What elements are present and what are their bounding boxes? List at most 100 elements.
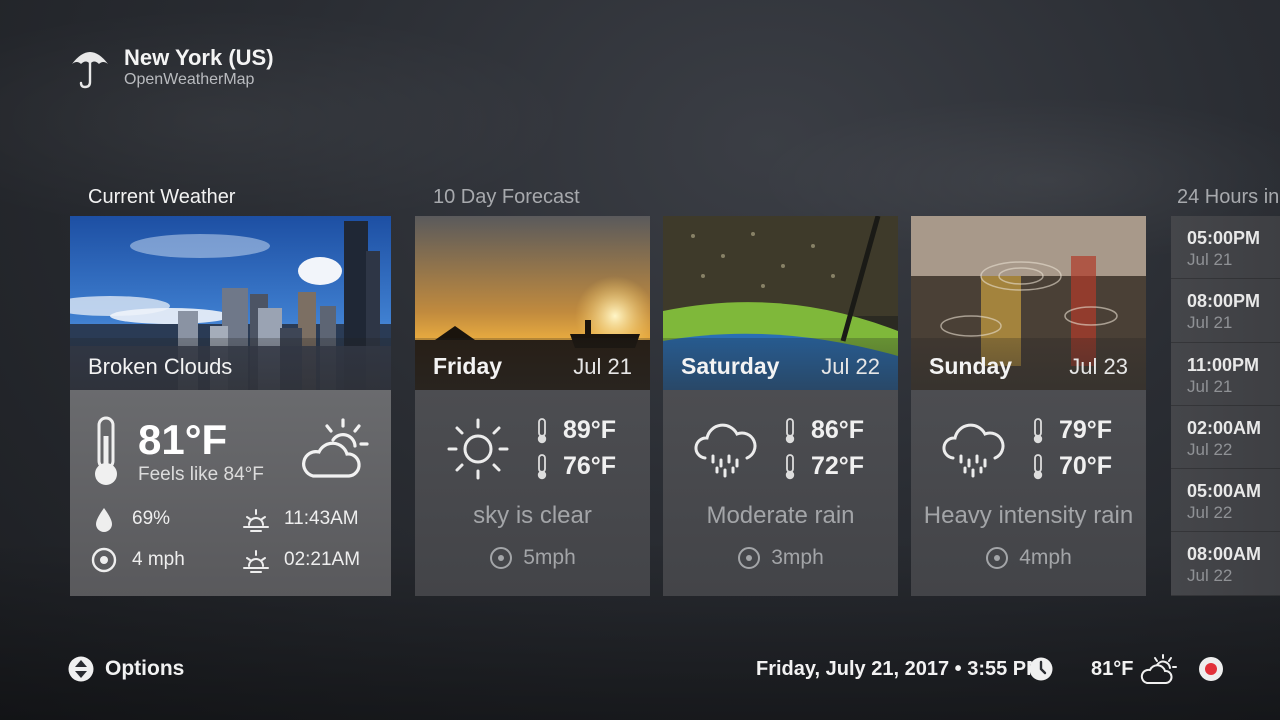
forecast-wind: 3mph (663, 546, 898, 570)
current-weather-card[interactable]: Broken Clouds 81°F Feels like 84°F 69% 4… (70, 216, 391, 596)
hour-time: 02:00AM (1187, 417, 1262, 438)
forecast-low-value: 72°F (811, 452, 865, 480)
hour-item[interactable]: 08:00AM Jul 22 (1171, 532, 1280, 596)
thermometer-icon (95, 416, 117, 485)
forecast-details: 86°F 72°F Moderate rain 3mph (663, 390, 898, 596)
thermometer-icon (785, 417, 795, 443)
record-indicator[interactable] (1199, 657, 1223, 681)
sunset-sea-photo: Friday Jul 21 (415, 216, 650, 390)
forecast-high: 86°F (783, 416, 864, 445)
hour-time: 08:00AM (1187, 544, 1262, 565)
forecast-high-value: 79°F (1059, 416, 1113, 444)
forecast-low-value: 76°F (563, 452, 617, 480)
forecast-card[interactable]: Sunday Jul 23 79°F 70°F Heavy intensity … (911, 216, 1146, 596)
forecast-details: 79°F 70°F Heavy intensity rain 4mph (911, 390, 1146, 596)
forecast-day: Sunday (929, 353, 1013, 379)
sunset-value: 02:21AM (284, 549, 361, 570)
location-name: New York (US) (124, 45, 274, 70)
hour-item[interactable]: 02:00AM Jul 22 (1171, 406, 1280, 470)
wind-icon (91, 547, 117, 573)
clock-icon (1029, 657, 1053, 681)
hour-time: 11:00PM (1187, 354, 1260, 375)
wind-icon (738, 547, 761, 569)
current-condition: Broken Clouds (88, 354, 233, 379)
up-down-arrows-icon (68, 656, 94, 682)
hour-item[interactable]: 05:00PM Jul 21 (1171, 216, 1280, 280)
forecast-description: sky is clear (473, 502, 592, 529)
forecast-high: 79°F (1031, 416, 1112, 445)
current-temperature: 81°F (138, 416, 228, 463)
city-skyline-photo: Broken Clouds (70, 216, 391, 390)
footer-bar: Options Friday, July 21, 2017 • 3:55 PM … (0, 650, 1280, 690)
wind-icon (986, 547, 1009, 569)
forecast-card[interactable]: Saturday Jul 22 86°F 72°F Moderate rain … (663, 216, 898, 596)
forecast-wind-value: 4mph (1019, 546, 1072, 569)
sunrise-icon (243, 509, 269, 532)
date-time: Friday, July 21, 2017 • 3:55 PM (756, 658, 1043, 680)
cloud-sun-icon (302, 418, 369, 478)
forecast-date: Jul 22 (821, 354, 880, 379)
hour-date: Jul 21 (1187, 250, 1233, 269)
forecast-details: 89°F 76°F sky is clear 5mph (415, 390, 650, 596)
rain-puddle-photo: Sunday Jul 23 (911, 216, 1146, 390)
thermometer-icon (1033, 417, 1043, 443)
forecast-date: Jul 21 (573, 354, 632, 379)
rain-cloud-icon (694, 423, 757, 478)
forecast-day: Friday (433, 353, 503, 379)
umbrella-icon (72, 52, 108, 89)
forecast-wind-value: 5mph (523, 546, 576, 569)
hourly-forecast-list[interactable]: 05:00PM Jul 21 08:00PM Jul 21 11:00PM Ju… (1171, 216, 1280, 596)
sun-icon (447, 418, 509, 480)
forecast-description: Moderate rain (706, 502, 855, 529)
forecast-high-value: 89°F (563, 416, 617, 444)
forecast-low-value: 70°F (1059, 452, 1113, 480)
hour-item[interactable]: 08:00PM Jul 21 (1171, 279, 1280, 343)
hour-time: 05:00AM (1187, 481, 1262, 502)
sunrise-stat: 11:43AM (242, 505, 359, 533)
sunrise-value: 11:43AM (284, 508, 359, 529)
rain-cloud-icon (942, 423, 1005, 478)
umbrella-rain-photo: Saturday Jul 22 (663, 216, 898, 390)
hour-time: 05:00PM (1187, 228, 1261, 248)
hour-date: Jul 21 (1187, 313, 1233, 333)
forecast-high-value: 86°F (811, 416, 865, 444)
section-title-hours: 24 Hours in (1177, 186, 1280, 208)
location-header: New York (US) OpenWeatherMap (70, 44, 274, 90)
feels-like: Feels like 84°F (138, 464, 264, 485)
wind-icon (490, 547, 513, 569)
current-weather-details: 81°F Feels like 84°F 69% 4 mph 11:43AM 0… (70, 390, 391, 596)
forecast-wind: 5mph (415, 546, 650, 570)
wind-stat: 4 mph (90, 546, 185, 574)
forecast-wind-value: 3mph (771, 546, 824, 569)
hour-item[interactable]: 05:00AM Jul 22 (1171, 469, 1280, 533)
thermometer-icon (537, 417, 547, 443)
forecast-card[interactable]: Friday Jul 21 89°F 76°F sky is clear 5mp… (415, 216, 650, 596)
cloud-sun-icon (1140, 654, 1177, 684)
thermometer-icon (537, 453, 547, 479)
thermometer-icon (785, 453, 795, 479)
sunset-icon (243, 550, 269, 573)
forecast-high: 89°F (535, 416, 616, 445)
forecast-date: Jul 23 (1069, 354, 1128, 379)
hour-date: Jul 22 (1187, 566, 1233, 586)
wind-value: 4 mph (132, 549, 185, 570)
droplet-icon (96, 508, 112, 532)
thermometer-icon (1033, 453, 1043, 479)
hour-date: Jul 22 (1187, 439, 1233, 459)
hour-item[interactable]: 11:00PM Jul 21 (1171, 343, 1280, 406)
section-title-current: Current Weather (88, 186, 236, 208)
humidity-stat: 69% (90, 505, 170, 533)
options-label: Options (105, 657, 185, 680)
provider-name: OpenWeatherMap (124, 71, 255, 88)
forecast-low: 70°F (1031, 452, 1112, 481)
forecast-low: 72°F (783, 452, 864, 481)
forecast-low: 76°F (535, 452, 616, 481)
sunset-stat: 02:21AM (242, 546, 360, 574)
forecast-wind: 4mph (911, 546, 1146, 570)
forecast-description: Heavy intensity rain (923, 502, 1134, 529)
hour-date: Jul 22 (1187, 503, 1233, 523)
hour-time: 08:00PM (1187, 291, 1261, 312)
options-button[interactable]: Options (68, 656, 184, 682)
hour-date: Jul 21 (1187, 376, 1233, 396)
footer-temperature: 81°F (1091, 658, 1134, 680)
